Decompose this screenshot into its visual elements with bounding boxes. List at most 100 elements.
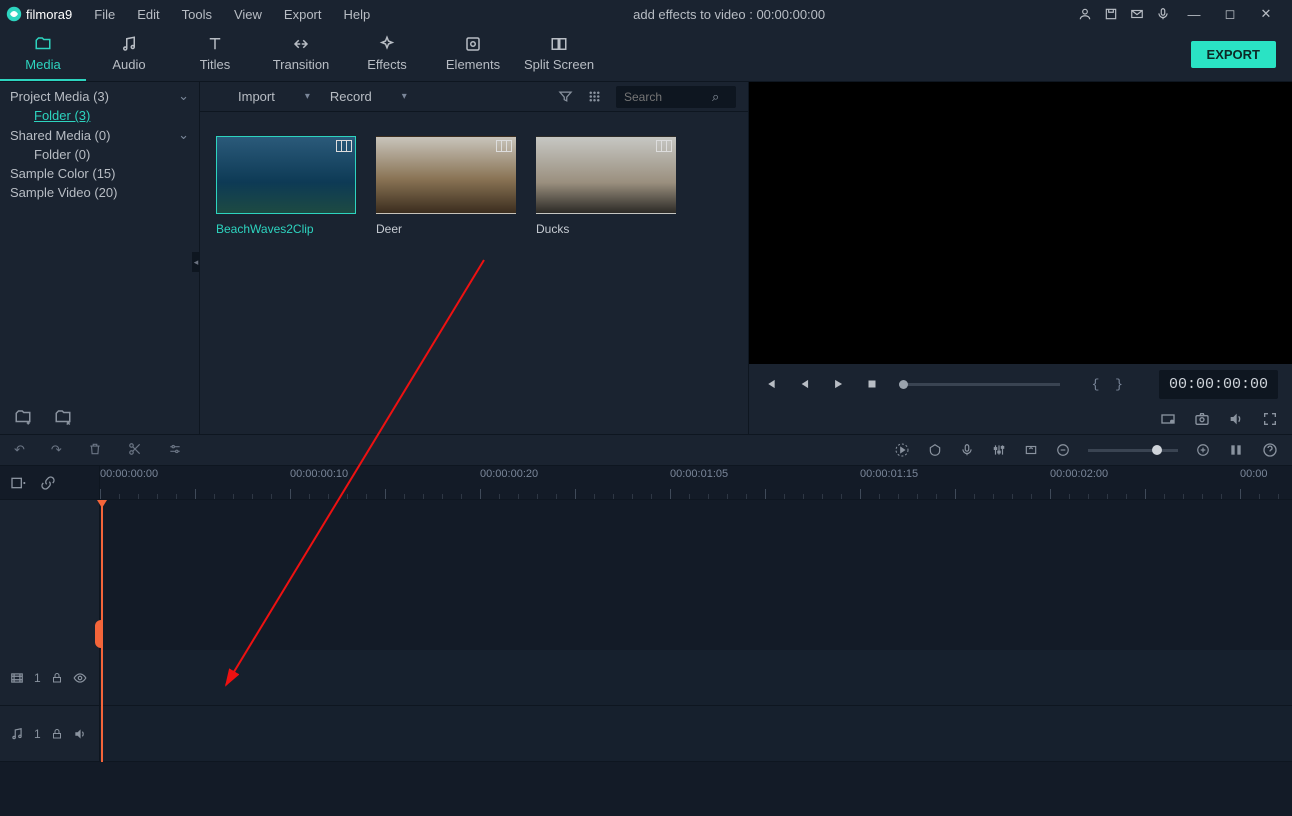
tree-label: Shared Media (0) [10, 128, 110, 143]
undo-button[interactable]: ↶ [14, 442, 25, 458]
media-thumb[interactable]: Deer [376, 136, 516, 236]
menu-export[interactable]: Export [274, 3, 332, 26]
timeline-ruler[interactable]: 00:00:00:0000:00:00:1000:00:00:2000:00:0… [100, 466, 1292, 499]
video-track-icon [10, 671, 24, 685]
audio-mixer-icon[interactable] [992, 443, 1006, 457]
snapshot-icon[interactable] [1194, 411, 1210, 427]
media-thumb[interactable]: Ducks [536, 136, 676, 236]
add-track-icon[interactable] [10, 475, 26, 491]
sidebar-item-sample-color[interactable]: Sample Color (15) [0, 164, 199, 183]
sidebar: Project Media (3)⌄ Folder (3) Shared Med… [0, 82, 200, 434]
zoom-in-icon[interactable] [1196, 443, 1210, 457]
tree-label: Sample Color (15) [10, 166, 116, 181]
lock-icon[interactable] [51, 672, 63, 684]
app-logo: filmora9 [6, 6, 72, 22]
search-icon[interactable]: ⌕ [712, 89, 719, 105]
ruler-label: 00:00:00:10 [290, 468, 348, 480]
tab-media[interactable]: Media [0, 28, 86, 81]
tab-titles[interactable]: Titles [172, 28, 258, 81]
zoom-fit-icon[interactable] [1228, 442, 1244, 458]
delete-folder-icon[interactable] [54, 408, 72, 426]
tree-label: Project Media (3) [10, 89, 109, 104]
grid-icon[interactable] [587, 89, 602, 104]
video-track[interactable]: 1 [0, 650, 1292, 706]
voiceover-icon[interactable] [960, 443, 974, 457]
sidebar-item-sample-video[interactable]: Sample Video (20) [0, 183, 199, 202]
audio-track-icon [10, 727, 24, 741]
fullscreen-icon[interactable] [1262, 411, 1278, 427]
new-folder-icon[interactable] [14, 408, 32, 426]
menu-help[interactable]: Help [334, 3, 381, 26]
chevron-down-icon: ▾ [305, 91, 310, 102]
tab-splitscreen[interactable]: Split Screen [516, 28, 602, 81]
crop-icon[interactable] [1024, 443, 1038, 457]
lock-icon[interactable] [51, 728, 63, 740]
zoom-slider[interactable] [1088, 449, 1178, 452]
media-thumb[interactable]: BeachWaves2Clip [216, 136, 356, 236]
timeline: 00:00:00:0000:00:00:1000:00:00:2000:00:0… [0, 466, 1292, 816]
play-backward-button[interactable] [797, 377, 811, 391]
sidebar-item-folder-3[interactable]: Folder (3) [0, 106, 199, 125]
help-icon[interactable] [1262, 442, 1278, 458]
logo-text: filmora9 [26, 7, 72, 22]
prev-frame-button[interactable] [763, 377, 777, 391]
sidebar-item-folder-0[interactable]: Folder (0) [0, 145, 199, 164]
redo-button[interactable]: ↷ [51, 442, 62, 458]
record-dropdown[interactable]: Record▾ [324, 87, 413, 106]
audio-track[interactable]: 1 [0, 706, 1292, 762]
tab-audio[interactable]: Audio [86, 28, 172, 81]
menubar: File Edit Tools View Export Help [84, 3, 380, 26]
sidebar-item-shared-media[interactable]: Shared Media (0)⌄ [0, 125, 199, 145]
save-icon[interactable] [1104, 7, 1118, 21]
tab-elements[interactable]: Elements [430, 28, 516, 81]
folder-icon [34, 35, 52, 53]
speaker-icon[interactable] [73, 727, 87, 741]
export-button[interactable]: EXPORT [1191, 41, 1276, 68]
thumb-name: BeachWaves2Clip [216, 222, 356, 236]
tree-label: Folder (0) [34, 147, 90, 162]
preview-viewport[interactable] [749, 82, 1292, 364]
thumb-name: Ducks [536, 222, 676, 236]
import-label: Import [238, 89, 275, 104]
split-icon [550, 35, 568, 53]
render-preview-icon[interactable] [894, 442, 910, 458]
split-button[interactable] [128, 442, 142, 458]
eye-icon[interactable] [73, 671, 87, 685]
menu-view[interactable]: View [224, 3, 272, 26]
menu-file[interactable]: File [84, 3, 125, 26]
search-input[interactable] [624, 90, 712, 104]
link-icon[interactable] [40, 475, 56, 491]
volume-icon[interactable] [1228, 411, 1244, 427]
tab-titles-label: Titles [200, 57, 231, 72]
settings-button[interactable] [168, 442, 182, 458]
tab-effects[interactable]: Effects [344, 28, 430, 81]
sidebar-collapse-handle[interactable]: ◂ [192, 252, 200, 272]
stop-button[interactable] [865, 377, 879, 391]
preview-seekbar[interactable] [899, 383, 1060, 386]
ruler-label: 00:00:01:05 [670, 468, 728, 480]
mic-icon[interactable] [1156, 7, 1170, 21]
window-maximize[interactable]: ◻ [1218, 6, 1242, 22]
preview-timecode: 00:00:00:00 [1159, 370, 1278, 399]
menu-tools[interactable]: Tools [172, 3, 222, 26]
transition-icon [292, 35, 310, 53]
menu-edit[interactable]: Edit [127, 3, 169, 26]
mark-brackets[interactable]: { } [1092, 377, 1127, 392]
marker-icon[interactable] [928, 443, 942, 457]
tab-elements-label: Elements [446, 57, 500, 72]
import-dropdown[interactable]: Import ▾ [232, 87, 316, 106]
mail-icon[interactable] [1130, 7, 1144, 21]
sidebar-item-project-media[interactable]: Project Media (3)⌄ [0, 86, 199, 106]
tab-splitscreen-label: Split Screen [524, 57, 594, 72]
account-icon[interactable] [1078, 7, 1092, 21]
quality-icon[interactable] [1160, 411, 1176, 427]
play-button[interactable] [831, 377, 845, 391]
window-minimize[interactable]: — [1182, 7, 1206, 22]
tab-transition[interactable]: Transition [258, 28, 344, 81]
delete-button[interactable] [88, 442, 102, 458]
window-close[interactable]: ✕ [1254, 6, 1278, 22]
filter-icon[interactable] [558, 89, 573, 104]
elements-icon [464, 35, 482, 53]
ruler-label: 00:00:00:00 [100, 468, 158, 480]
zoom-out-icon[interactable] [1056, 443, 1070, 457]
